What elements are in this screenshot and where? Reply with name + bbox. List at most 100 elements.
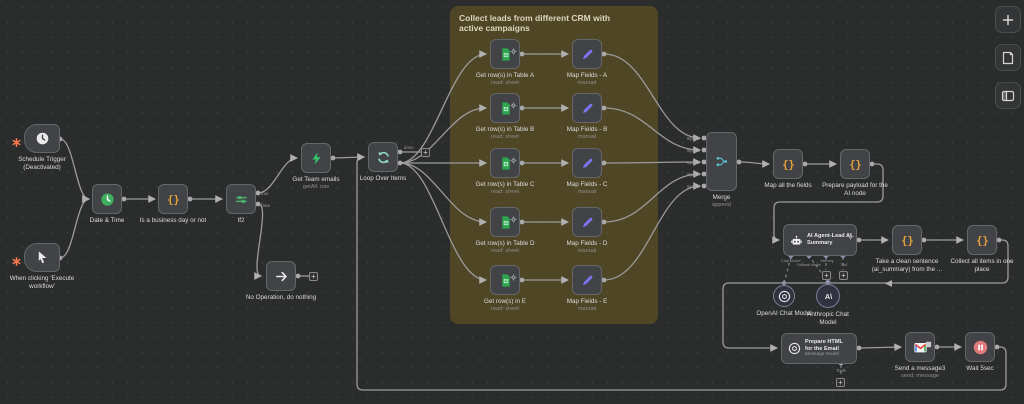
code-icon: {} <box>166 192 181 207</box>
tool-add[interactable]: + <box>839 271 848 280</box>
pencil-icon <box>580 273 595 288</box>
gear-badge-icon <box>510 268 517 275</box>
execute-workflow-trigger-label: When clicking 'Executeworkflow' <box>10 275 75 291</box>
pencil-icon <box>580 47 595 62</box>
port-dot <box>188 197 193 202</box>
pencil-icon <box>580 101 595 116</box>
no-operation[interactable]: No Operation, do nothing <box>266 261 296 291</box>
map-all-fields[interactable]: {}Map all the fields <box>773 149 803 179</box>
code-icon: {} <box>848 157 863 172</box>
ai-agent-title: AI Agent-Lead AISummary <box>807 233 852 246</box>
get-rows-b[interactable]: Get row(s) in Table Bread: sheet <box>490 93 520 123</box>
openai-chat-model[interactable]: OpenAI Chat Model <box>773 285 795 307</box>
clock-green-icon <box>100 192 115 207</box>
tools-add[interactable]: + <box>836 378 845 387</box>
port-dot <box>737 160 742 165</box>
plus-icon <box>1000 12 1016 28</box>
port-label: Input 4 <box>687 172 701 177</box>
port-label: done <box>404 145 414 150</box>
port-label: Tools <box>836 368 846 373</box>
port-label: true <box>261 191 269 196</box>
port-dot <box>995 345 1000 350</box>
execute-workflow-trigger[interactable]: When clicking 'Executeworkflow' <box>24 243 60 272</box>
code-icon: {} <box>975 233 990 248</box>
if2-label: If2 <box>237 217 244 225</box>
execute-trigger-issue-mark <box>12 253 21 262</box>
edge-0 <box>60 139 89 199</box>
add-sticky-note-button[interactable] <box>995 44 1021 71</box>
add-node-button[interactable] <box>995 6 1021 33</box>
clock-icon <box>35 131 50 146</box>
edge-4 <box>258 158 297 193</box>
map-fields-c[interactable]: Map Fields - Cmanual <box>572 148 602 178</box>
svg-text:{}: {} <box>782 159 794 171</box>
port-label: Input 1 <box>687 136 701 141</box>
cursor-icon <box>35 250 50 265</box>
loop-done-add[interactable]: + <box>421 148 430 157</box>
port-dot <box>922 238 927 243</box>
sticky-note-icon <box>1000 50 1016 66</box>
schedule-trigger[interactable]: Schedule Trigger(Deactivated) <box>24 124 60 153</box>
get-rows-d[interactable]: Get row(s) in Table Dread: sheet <box>490 207 520 237</box>
canvas-controls <box>995 6 1021 109</box>
send-message3[interactable]: Send a message3send: message <box>905 332 935 362</box>
no-operation-label: No Operation, do nothing <box>246 294 316 302</box>
toggle-panel-button[interactable] <box>995 82 1021 109</box>
take-clean-sentence[interactable]: {}Take a clean sentence(ai_summary) from… <box>892 225 922 255</box>
port-dot <box>935 345 940 350</box>
get-rows-a[interactable]: Get row(s) in Table Aread: sheet <box>490 39 520 69</box>
gear-badge-icon <box>510 96 517 103</box>
date-time-label: Date & Time <box>90 217 125 225</box>
edge-6 <box>333 157 364 158</box>
svg-text:{}: {} <box>976 235 988 247</box>
if2[interactable]: If2 <box>226 184 256 214</box>
memory-add[interactable]: + <box>822 271 831 280</box>
port-label: Tool <box>841 263 848 267</box>
workflow-canvas[interactable]: Collect leads from different CRM with ac… <box>0 0 1024 404</box>
map-all-fields-label: Map all the fields <box>764 182 811 190</box>
code-icon: {} <box>900 233 915 248</box>
port-dot <box>997 238 1002 243</box>
panel-icon <box>1000 88 1016 104</box>
port-label: Input 2 <box>687 148 701 153</box>
loop-over-items[interactable]: Loop Over Items <box>368 142 398 172</box>
filter-icon <box>234 192 249 207</box>
ai-agent[interactable]: AI Agent-Lead AISummary <box>783 224 857 256</box>
schedule-trigger-issue-mark <box>12 134 21 143</box>
openai-chat-model-label: OpenAI Chat Model <box>756 310 811 318</box>
port-dot <box>122 197 127 202</box>
anthropic-icon: A\ <box>822 290 835 303</box>
get-rows-e[interactable]: Get row(s) in Eread: sheet <box>490 265 520 295</box>
map-fields-d[interactable]: Map Fields - Dmanual <box>572 207 602 237</box>
edge-mid-arrow <box>885 280 892 287</box>
noop-add[interactable]: + <box>309 272 318 281</box>
pause-icon <box>973 340 988 355</box>
robot-icon <box>790 234 803 247</box>
collect-all-items[interactable]: {}Collect all items in oneplace <box>967 225 997 255</box>
get-team-emails[interactable]: Get Team emailsgetAll: row <box>301 143 331 173</box>
prepare-html-email[interactable]: Prepare HTMLfor the EmailMessage Model <box>781 333 857 364</box>
loop-over-items-label: Loop Over Items <box>360 175 407 183</box>
pencil-icon <box>580 156 595 171</box>
svg-text:{}: {} <box>901 235 913 247</box>
prepare-payload[interactable]: {}Prepare payload for theAI node <box>840 149 870 179</box>
map-fields-b[interactable]: Map Fields - Bmanual <box>572 93 602 123</box>
svg-text:{}: {} <box>849 159 861 171</box>
map-fields-e[interactable]: Map Fields - Emanual <box>572 265 602 295</box>
merge-icon <box>714 154 729 169</box>
port-dot <box>857 238 862 243</box>
zap-icon <box>309 151 324 166</box>
gear-badge-icon <box>847 227 854 234</box>
wait-5sec[interactable]: Wait 5sec <box>965 332 995 362</box>
map-fields-a[interactable]: Map Fields - Amanual <box>572 39 602 69</box>
group-box-crm-leads[interactable]: Collect leads from different CRM with ac… <box>450 6 658 324</box>
port-dot <box>398 150 403 155</box>
is-business-day-label: Is a business day or not <box>140 217 207 225</box>
edge-23 <box>741 162 769 164</box>
get-rows-c[interactable]: Get row(s) in Table Cread: sheet <box>490 148 520 178</box>
note-badge-icon <box>925 335 932 342</box>
merge[interactable]: Mergeappend <box>706 132 737 191</box>
date-time[interactable]: Date & Time <box>92 184 122 214</box>
is-business-day[interactable]: {}Is a business day or not <box>158 184 188 214</box>
anthropic-chat-model[interactable]: A\Anthropic ChatModel <box>816 284 840 308</box>
